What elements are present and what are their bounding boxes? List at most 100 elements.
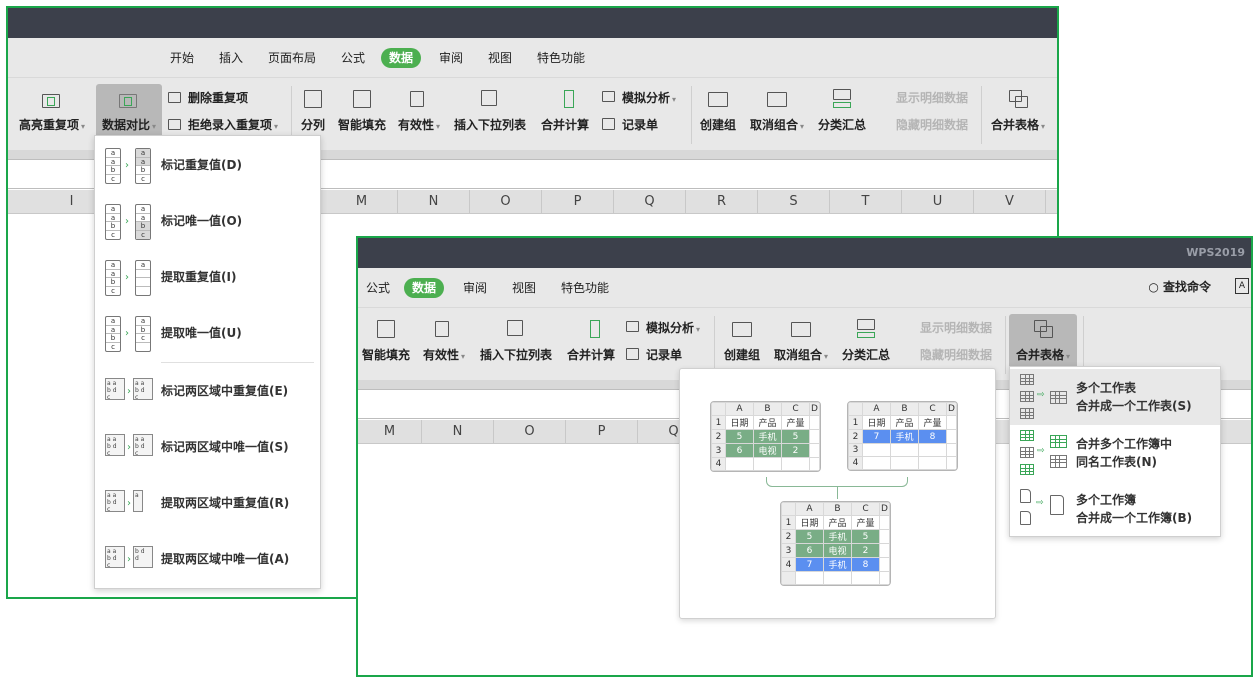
menu-item-extract-two-range-unique[interactable]: a ab d c › b dd 提取两区域中唯一值(A) bbox=[95, 532, 320, 588]
split-column-button[interactable]: 分列 bbox=[296, 84, 330, 142]
delete-duplicates-button[interactable]: 删除重复项 bbox=[168, 88, 248, 108]
preview-row-header: 4 bbox=[848, 456, 863, 470]
tab-data[interactable]: 数据 bbox=[404, 278, 445, 298]
preview-cell bbox=[809, 429, 820, 444]
record-form-button[interactable]: 记录单 bbox=[602, 115, 658, 135]
smart-fill-button[interactable]: 智能填充 bbox=[334, 84, 390, 142]
preview-row-header: 1 bbox=[781, 515, 796, 530]
column-header[interactable]: T bbox=[830, 190, 902, 214]
column-header[interactable]: O bbox=[494, 420, 566, 444]
preview-col-header bbox=[848, 402, 863, 416]
tab-page-layout[interactable]: 页面布局 bbox=[260, 48, 324, 68]
hide-detail-button[interactable]: 隐藏明细数据 bbox=[900, 345, 992, 365]
menu-item-mark-unique[interactable]: a a b c › a a b c 标记唯一值(O) bbox=[95, 194, 320, 250]
tab-review[interactable]: 审阅 bbox=[455, 278, 495, 298]
preview-row-header bbox=[781, 571, 796, 585]
column-header[interactable]: R bbox=[686, 190, 758, 214]
ungroup-button[interactable]: 取消组合 ▾ bbox=[744, 84, 810, 142]
menu-item-merge-same-name-sheets[interactable]: ⇨ 合并多个工作簿中 同名工作表(N) bbox=[1010, 425, 1220, 481]
preview-cell: 5 bbox=[851, 529, 880, 544]
merge-bracket bbox=[766, 477, 908, 487]
subtotal-button[interactable]: 分类汇总 bbox=[814, 84, 870, 142]
tab-insert[interactable]: 插入 bbox=[211, 48, 251, 68]
column-header[interactable]: M bbox=[358, 420, 422, 444]
tab-view[interactable]: 视图 bbox=[504, 278, 544, 298]
smart-fill-button[interactable]: 智能填充 bbox=[358, 314, 414, 372]
reject-duplicates-button[interactable]: 拒绝录入重复项 ▾ bbox=[168, 115, 278, 135]
preview-cell bbox=[862, 456, 891, 470]
create-group-button[interactable]: 创建组 bbox=[696, 84, 740, 142]
validity-button[interactable]: 有效性 ▾ bbox=[418, 314, 470, 372]
preview-cell bbox=[890, 443, 919, 457]
preview-cell: 产量 bbox=[781, 415, 810, 430]
tab-view[interactable]: 视图 bbox=[480, 48, 520, 68]
menu-item-merge-sheets[interactable]: ⇨ 多个工作表 合并成一个工作表(S) bbox=[1010, 369, 1220, 425]
two-range-mark-unique-icon: a ab d c › a ab dc bbox=[105, 430, 155, 466]
tab-formula[interactable]: 公式 bbox=[358, 278, 398, 298]
show-detail-button[interactable]: 显示明细数据 bbox=[900, 318, 992, 338]
tab-formula[interactable]: 公式 bbox=[333, 48, 373, 68]
merge-tables-button[interactable]: 合并表格 ▾ bbox=[1009, 314, 1077, 372]
create-group-button[interactable]: 创建组 bbox=[720, 314, 764, 372]
subtotal-icon bbox=[854, 318, 878, 340]
ribbon-separator bbox=[714, 316, 715, 374]
column-header[interactable]: V bbox=[974, 190, 1046, 214]
tab-data[interactable]: 数据 bbox=[381, 48, 422, 68]
font-a-icon[interactable]: A bbox=[1235, 278, 1249, 294]
app-brand: WPS2019 bbox=[1186, 246, 1245, 259]
preview-cell: 5 bbox=[781, 429, 810, 444]
validity-icon bbox=[432, 318, 456, 340]
menu-item-merge-workbooks[interactable]: ⇨ 多个工作簿 合并成一个工作簿(B) bbox=[1010, 481, 1220, 537]
tab-start[interactable]: 开始 bbox=[162, 48, 202, 68]
split-column-icon bbox=[301, 88, 325, 110]
preview-cell bbox=[862, 443, 891, 457]
show-detail-button[interactable]: 显示明细数据 bbox=[876, 88, 968, 108]
column-header[interactable]: S bbox=[758, 190, 830, 214]
hide-detail-button[interactable]: 隐藏明细数据 bbox=[876, 115, 968, 135]
data-compare-button[interactable]: 数据对比 ▾ bbox=[96, 84, 162, 142]
consolidate-button[interactable]: 合并计算 bbox=[536, 84, 594, 142]
what-if-button[interactable]: 模拟分析 ▾ bbox=[626, 318, 700, 338]
what-if-icon bbox=[626, 320, 642, 334]
record-form-button[interactable]: 记录单 bbox=[626, 345, 682, 365]
two-range-mark-duplicates-icon: a ab d c › a ab dc bbox=[105, 374, 155, 410]
column-header[interactable]: Q bbox=[614, 190, 686, 214]
subtotal-button[interactable]: 分类汇总 bbox=[838, 314, 894, 372]
column-header[interactable]: M bbox=[326, 190, 398, 214]
menu-item-mark-duplicates[interactable]: a a b c › a a b c 标记重复值(D) bbox=[95, 138, 320, 194]
menu-item-extract-unique[interactable]: a a b c › a b c 提取唯一值(U) bbox=[95, 306, 320, 362]
menu-item-extract-two-range-duplicates[interactable]: a ab d c › a 提取两区域中重复值(R) bbox=[95, 476, 320, 532]
preview-sheet-1: A B C D 1 日期 产品 产量 2 5 手机 5 3 6 电视 2 4 bbox=[710, 401, 821, 472]
column-header[interactable]: O bbox=[470, 190, 542, 214]
ribbon-tabs: 公式 数据 审阅 视图 特色功能 ○ 查找命令 A bbox=[358, 268, 1251, 308]
consolidate-button[interactable]: 合并计算 bbox=[562, 314, 620, 372]
title-bar: WPS2019 bbox=[358, 238, 1251, 268]
find-command[interactable]: ○ 查找命令 bbox=[1148, 278, 1211, 295]
insert-dropdown-icon bbox=[478, 88, 502, 110]
menu-item-mark-two-range-duplicates[interactable]: a ab d c › a ab dc 标记两区域中重复值(E) bbox=[95, 364, 320, 420]
tab-special[interactable]: 特色功能 bbox=[529, 48, 593, 68]
highlight-duplicates-button[interactable]: 高亮重复项 ▾ bbox=[14, 84, 90, 142]
what-if-button[interactable]: 模拟分析 ▾ bbox=[602, 88, 676, 108]
column-header[interactable]: U bbox=[902, 190, 974, 214]
ungroup-button[interactable]: 取消组合 ▾ bbox=[768, 314, 834, 372]
preview-cell bbox=[879, 571, 890, 585]
insert-dropdown-button[interactable]: 插入下拉列表 bbox=[450, 84, 530, 142]
menu-item-extract-duplicates[interactable]: a a b c › a 提取重复值(I) bbox=[95, 250, 320, 306]
ribbon-separator bbox=[1005, 316, 1006, 374]
preview-col-header: A bbox=[795, 502, 824, 516]
preview-cell bbox=[823, 571, 852, 585]
column-header[interactable]: P bbox=[542, 190, 614, 214]
hide-detail-icon bbox=[900, 347, 916, 361]
preview-col-header: D bbox=[809, 402, 820, 416]
column-header[interactable]: N bbox=[422, 420, 494, 444]
tab-review[interactable]: 审阅 bbox=[431, 48, 471, 68]
merge-tables-button[interactable]: 合并表格 ▾ bbox=[986, 84, 1050, 142]
menu-item-mark-two-range-unique[interactable]: a ab d c › a ab dc 标记两区域中唯一值(S) bbox=[95, 420, 320, 476]
column-header[interactable]: P bbox=[566, 420, 638, 444]
preview-cell bbox=[879, 543, 890, 558]
column-header[interactable]: N bbox=[398, 190, 470, 214]
validity-button[interactable]: 有效性 ▾ bbox=[394, 84, 444, 142]
insert-dropdown-button[interactable]: 插入下拉列表 bbox=[476, 314, 556, 372]
tab-special[interactable]: 特色功能 bbox=[553, 278, 617, 298]
